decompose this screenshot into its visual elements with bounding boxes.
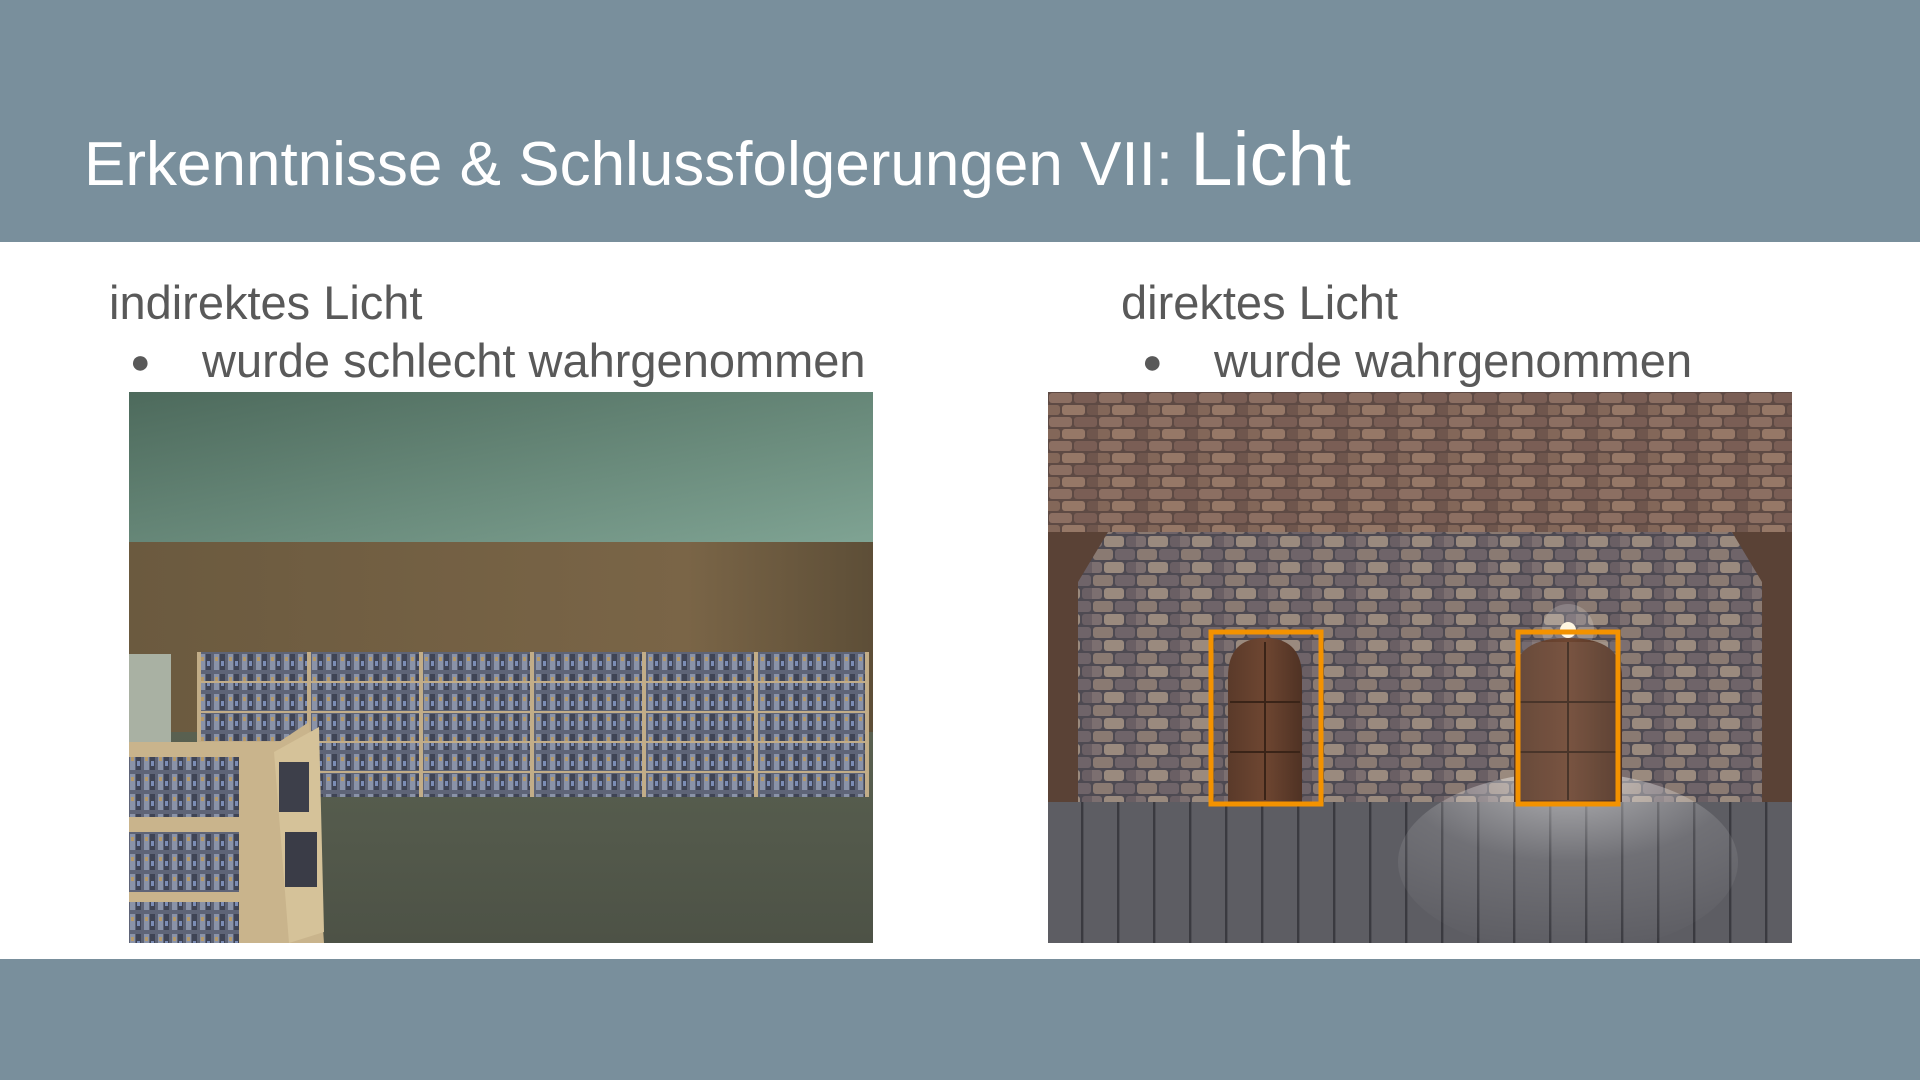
bullet-dot-icon: ● — [130, 343, 151, 381]
doors-scene-image — [1048, 392, 1792, 943]
direct-light-screenshot — [1048, 392, 1792, 943]
slide-title: Erkenntnisse & Schlussfolgerungen VII: L… — [84, 120, 1351, 205]
indirect-light-screenshot — [129, 392, 873, 943]
left-bullet-text: wurde schlecht wahrgenommen — [202, 334, 866, 387]
bullet-dot-icon: ● — [1142, 343, 1163, 381]
slide-title-accent: Licht — [1190, 117, 1351, 202]
left-column-heading: indirektes Licht — [109, 276, 423, 329]
right-column-heading: direktes Licht — [1121, 276, 1398, 329]
slide-title-main: Erkenntnisse & Schlussfolgerungen VII: — [84, 130, 1191, 199]
right-bullet-text: wurde wahrgenommen — [1214, 334, 1693, 387]
slide: Erkenntnisse & Schlussfolgerungen VII: L… — [0, 0, 1920, 1080]
right-bullet-item: ● wurde wahrgenommen — [1142, 333, 1692, 390]
footer-band — [0, 959, 1920, 1080]
left-bullet-item: ● wurde schlecht wahrgenommen — [130, 333, 866, 390]
shop-scene-image — [129, 392, 873, 943]
